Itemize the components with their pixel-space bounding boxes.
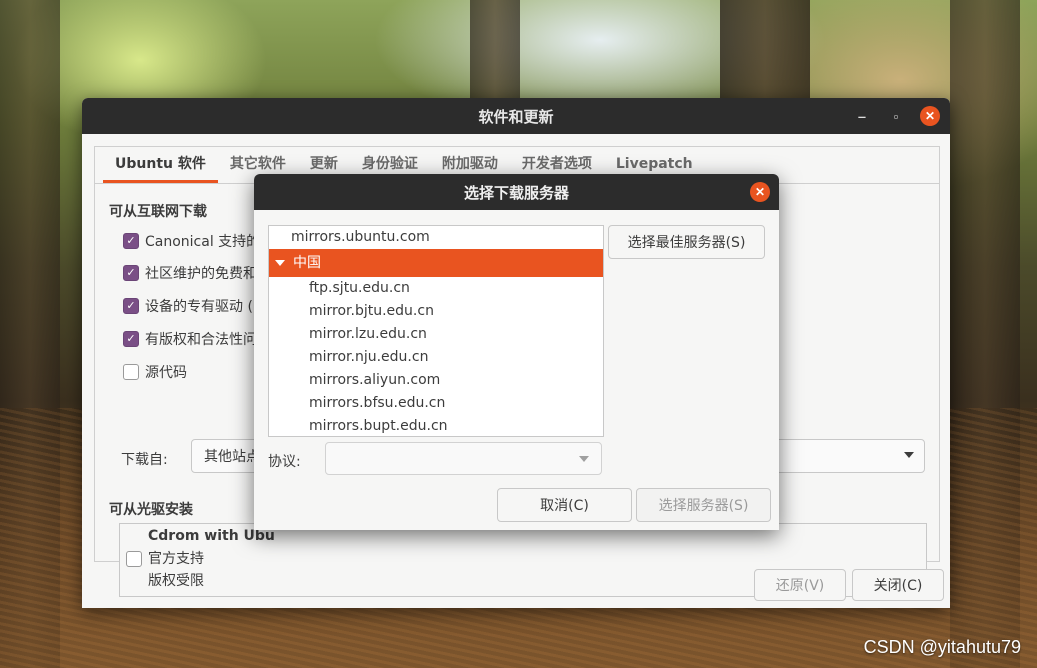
background-tree	[470, 0, 520, 100]
server-item[interactable]: ftp.sjtu.edu.cn	[269, 277, 603, 300]
dialog-title: 选择下载服务器	[463, 184, 569, 202]
download-from-label: 下载自:	[121, 452, 168, 468]
cdrom-official-label: 官方支持	[148, 551, 204, 567]
cdrom-section-title: 可从光驱安装	[109, 502, 193, 518]
revert-button[interactable]: 还原(V)	[754, 569, 846, 601]
checkbox-community[interactable]: ✓ 社区维护的免费和	[123, 263, 257, 283]
checkbox-label: 设备的专有驱动 (	[145, 299, 253, 315]
window-title: 软件和更新	[478, 108, 554, 126]
server-item[interactable]: mirror.lzu.edu.cn	[269, 323, 603, 346]
select-best-server-button[interactable]: 选择最佳服务器(S)	[608, 225, 765, 259]
server-item[interactable]: mirror.nju.edu.cn	[269, 346, 603, 369]
checkbox-checked-icon[interactable]: ✓	[123, 233, 139, 249]
close-button[interactable]: 关闭(C)	[852, 569, 944, 601]
server-item[interactable]: mirrors.bupt.edu.cn	[269, 415, 603, 436]
checkbox-source-code[interactable]: 源代码	[123, 362, 187, 382]
checkbox-label: 社区维护的免费和	[145, 266, 257, 282]
dialog-close-icon[interactable]: ✕	[750, 182, 770, 202]
checkbox-label: 源代码	[145, 365, 187, 381]
checkbox-label: 有版权和合法性问	[145, 332, 257, 348]
watermark: CSDN @yitahutu79	[863, 637, 1021, 657]
protocol-combo[interactable]	[325, 442, 602, 475]
cdrom-name: Cdrom with Ubu	[148, 528, 275, 544]
close-icon[interactable]: ✕	[920, 106, 940, 126]
cdrom-checkbox[interactable]	[126, 551, 142, 567]
checkbox-canonical[interactable]: ✓ Canonical 支持的	[123, 231, 260, 251]
checkbox-checked-icon[interactable]: ✓	[123, 265, 139, 281]
checkbox-checked-icon[interactable]: ✓	[123, 298, 139, 314]
checkbox-checked-icon[interactable]: ✓	[123, 331, 139, 347]
minimize-icon[interactable]: ‒	[852, 106, 872, 126]
checkbox-restricted[interactable]: ✓ 有版权和合法性问	[123, 329, 257, 349]
server-group-label: 中国	[293, 255, 321, 271]
cancel-button[interactable]: 取消(C)	[497, 488, 632, 522]
choose-server-dialog: 选择下载服务器 ✕ mirrors.ubuntu.com 中国 ftp.sjtu…	[254, 174, 779, 530]
checkbox-unchecked-icon[interactable]	[123, 364, 139, 380]
dropdown-arrow-icon	[904, 452, 914, 458]
server-item[interactable]: mirrors.bfsu.edu.cn	[269, 392, 603, 415]
cdrom-restricted-label: 版权受限	[148, 573, 204, 589]
server-item[interactable]: mirror.bjtu.edu.cn	[269, 300, 603, 323]
checkbox-label: Canonical 支持的	[145, 234, 261, 250]
choose-server-button[interactable]: 选择服务器(S)	[636, 488, 771, 522]
server-group-china[interactable]: 中国	[269, 249, 603, 277]
maximize-icon[interactable]: ▫	[886, 106, 906, 126]
protocol-label: 协议:	[268, 454, 301, 470]
checkbox-proprietary-drivers[interactable]: ✓ 设备的专有驱动 (	[123, 296, 253, 316]
server-item[interactable]: mirrors.aliyun.com	[269, 369, 603, 392]
background-tree	[720, 0, 810, 100]
dropdown-arrow-icon	[579, 456, 589, 462]
dialog-titlebar[interactable]: 选择下载服务器 ✕	[254, 174, 779, 210]
tab-ubuntu-software[interactable]: Ubuntu 软件	[103, 147, 218, 183]
window-titlebar[interactable]: 软件和更新 ‒ ▫ ✕	[82, 98, 950, 134]
download-server-value: 其他站点	[204, 449, 260, 465]
server-item[interactable]: mirrors.ubuntu.com	[269, 226, 603, 249]
server-list[interactable]: mirrors.ubuntu.com 中国 ftp.sjtu.edu.cn mi…	[268, 225, 604, 437]
expander-down-icon[interactable]	[275, 260, 285, 266]
internet-section-title: 可从互联网下载	[109, 204, 207, 220]
